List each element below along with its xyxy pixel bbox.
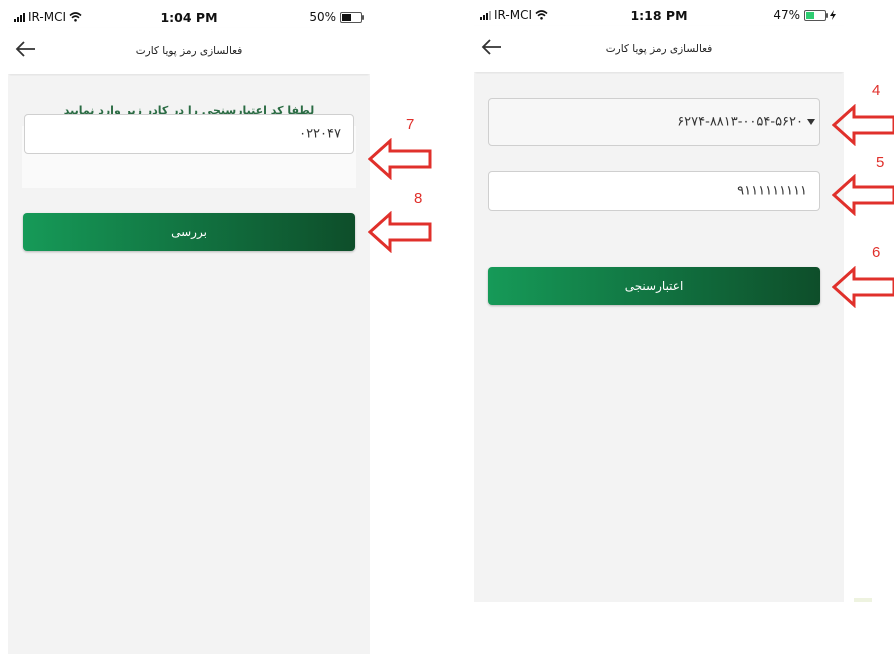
annotation-arrow-icon (832, 104, 894, 146)
battery-percent: 50% (309, 10, 336, 24)
check-button-label: بررسی (171, 225, 207, 239)
annotation-arrow-icon (368, 138, 432, 180)
battery-icon (340, 11, 364, 23)
dropdown-caret-icon (807, 119, 815, 125)
page-title: فعالسازی رمز پویا کارت (605, 43, 713, 55)
callout-number-7: 7 (406, 116, 415, 133)
status-bar: IR-MCI 1:04 PM 50% (8, 6, 370, 28)
content-area: لطفا کد اعتبارسنجی را در کادر زیر وارد ن… (8, 76, 370, 654)
callout-number-6: 6 (872, 244, 881, 261)
page-title: فعالسازی رمز پویا کارت (135, 45, 243, 57)
card-select[interactable]: ۶۲۷۴-۸۸۱۳-۰۰۵۴-۵۶۲۰ (488, 98, 820, 146)
verification-code-input[interactable]: ۰۲۲۰۴۷ (24, 114, 354, 154)
nav-bar: فعالسازی رمز پویا کارت (474, 26, 844, 72)
battery-icon (804, 9, 828, 21)
callout-number-8: 8 (414, 190, 423, 207)
validate-button[interactable]: اعتبارسنجی (488, 267, 820, 305)
annotation-arrow-icon (368, 211, 432, 253)
code-value: ۰۲۲۰۴۷ (299, 126, 341, 142)
corner-mark (854, 598, 872, 602)
nav-bar: فعالسازی رمز پویا کارت (8, 28, 370, 74)
callout-number-4: 4 (872, 82, 881, 99)
annotation-arrow-icon (832, 174, 894, 216)
annotation-arrow-icon (832, 266, 894, 308)
content-area: ۶۲۷۴-۸۸۱۳-۰۰۵۴-۵۶۲۰ ۹۱۱۱۱۱۱۱۱۱ اعتبارسنج… (474, 74, 844, 602)
check-button[interactable]: بررسی (23, 213, 355, 251)
mobile-number-value: ۹۱۱۱۱۱۱۱۱۱ (737, 183, 807, 199)
right-phone-screen: IR-MCI 1:18 PM 47% فعالسازی رمز پویا کار… (474, 4, 844, 602)
callout-number-5: 5 (876, 154, 885, 171)
validate-button-label: اعتبارسنجی (624, 279, 684, 293)
left-phone-screen: IR-MCI 1:04 PM 50% فعالسازی رمز پویا کار… (8, 6, 370, 654)
charging-bolt-icon (830, 10, 836, 20)
battery-percent: 47% (773, 8, 800, 22)
mobile-number-input[interactable]: ۹۱۱۱۱۱۱۱۱۱ (488, 171, 820, 211)
card-number: ۶۲۷۴-۸۸۱۳-۰۰۵۴-۵۶۲۰ (677, 114, 803, 130)
status-bar: IR-MCI 1:18 PM 47% (474, 4, 844, 26)
